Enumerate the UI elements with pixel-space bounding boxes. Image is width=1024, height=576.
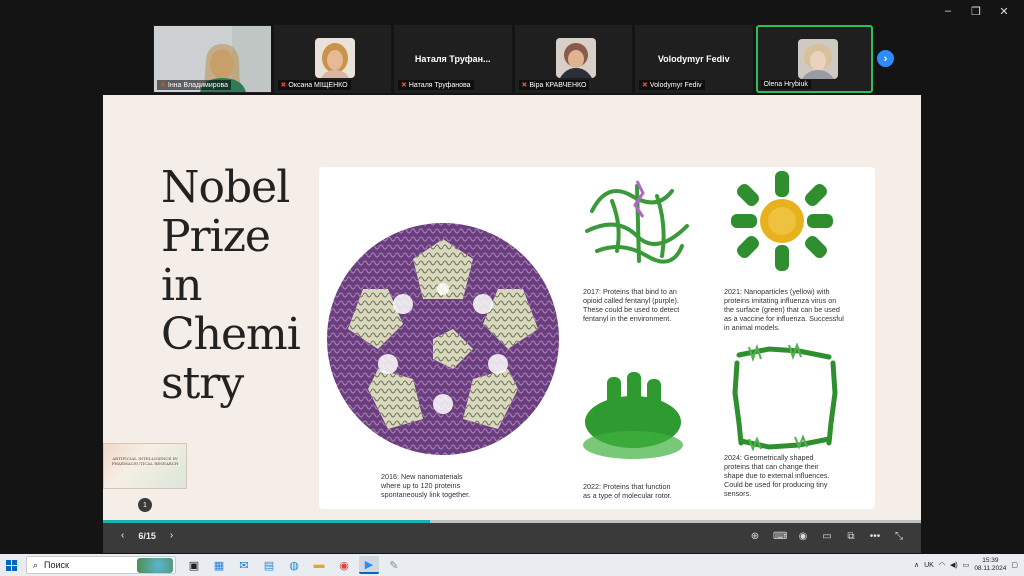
show-hidden-icons-icon[interactable]: ∧ — [914, 561, 919, 569]
keyboard-icon[interactable]: ⌨ — [773, 531, 787, 542]
participant-tile[interactable]: Наталя Труфан... ✖ Наталя Труфанова — [394, 25, 512, 93]
participant-name: ✖ Наталя Труфанова — [398, 80, 474, 90]
system-tray: ∧ UK ◠ ◀) ▭ 15:39 08.11.2024 ▢ — [914, 554, 1018, 576]
broadcast-icon[interactable]: ◉ — [797, 531, 809, 542]
mail-app-icon[interactable]: ✉ — [234, 556, 254, 574]
search-icon: ⌕ — [33, 559, 39, 570]
mic-muted-icon: ✖ — [642, 82, 648, 89]
next-participants-button[interactable]: › — [877, 50, 894, 67]
chrome-browser-icon[interactable]: ◉ — [334, 556, 354, 574]
captions-icon[interactable]: ▭ — [821, 531, 833, 542]
view-mode-icon[interactable]: ⧉ — [845, 531, 857, 542]
participant-tile[interactable]: Volodymyr Fediv ✖ Volodymyr Fediv — [635, 25, 753, 93]
geometric-protein-image — [732, 343, 838, 451]
participant-strip: ✖ Інна Владимирова ✖ Оксана МІЩЕНКО Наталя… — [153, 25, 874, 93]
caption-2022: 2022: Proteins that function as a type o… — [583, 482, 672, 500]
photos-app-icon[interactable]: ▤ — [259, 556, 279, 574]
exit-fullscreen-icon[interactable]: ⤡ — [893, 531, 905, 542]
notifications-icon[interactable]: ▢ — [1011, 561, 1018, 569]
edge-browser-icon[interactable]: ◍ — [284, 556, 304, 574]
avatar — [797, 39, 838, 79]
presentation-control-bar: ‹ 6/15 › ⊕ ⌨ ◉ ▭ ⧉ ••• ⤡ — [103, 523, 921, 553]
windows-logo-icon — [5, 559, 17, 571]
search-highlight-image — [137, 558, 173, 573]
slide-navigation: ‹ 6/15 › — [121, 530, 173, 541]
avatar — [314, 38, 355, 78]
start-button[interactable] — [0, 554, 22, 576]
participant-name: ✖ Volodymyr Fediv — [639, 80, 705, 90]
nanoparticle-vaccine-image — [731, 171, 833, 271]
mic-muted-icon: ✖ — [521, 82, 528, 89]
participant-name: Olena Hrybiuk — [760, 80, 811, 89]
keyboard-layout[interactable]: UK — [924, 562, 934, 569]
participant-name: ✖ Віра КРАВЧЕНКО — [518, 80, 590, 90]
presentation-tools: ⊕ ⌨ ◉ ▭ ⧉ ••• ⤡ — [749, 531, 905, 542]
volume-icon[interactable]: ◀) — [950, 561, 958, 569]
zoom-app-icon[interactable]: ▶ — [359, 556, 379, 574]
molecular-rotor-image — [583, 372, 683, 459]
participant-name: ✖ Інна Владимирова — [157, 80, 232, 90]
search-placeholder: Поиск — [44, 560, 69, 570]
presenter-thumbnail[interactable]: ARTIFICIAL INTELLIGENCE IN PHARMACEUTICA… — [103, 443, 187, 489]
caption-2024: 2024: Geometrically shaped proteins that… — [724, 453, 830, 498]
taskbar-apps: ▣ ▦ ✉ ▤ ◍ ▬ ◉ ▶ ✎ — [184, 556, 404, 574]
participant-tile[interactable]: ✖ Віра КРАВЧЕНКО — [514, 25, 632, 93]
minimize-button[interactable]: – — [934, 3, 962, 19]
folder-app-icon[interactable]: ▬ — [309, 556, 329, 574]
caption-2016: 2016: New nanomaterials where up to 120 … — [381, 472, 471, 499]
participant-tile[interactable]: ✖ Інна Владимирова — [153, 25, 271, 93]
close-button[interactable]: ✕ — [990, 3, 1018, 19]
wifi-icon[interactable]: ◠ — [939, 561, 945, 569]
protein-cage-image — [327, 223, 559, 455]
taskbar-search[interactable]: ⌕ Поиск — [26, 556, 176, 574]
window-controls: – ❐ ✕ — [934, 3, 1018, 19]
windows-taskbar: ⌕ Поиск ▣ ▦ ✉ ▤ ◍ ▬ ◉ ▶ ✎ ∧ UK ◠ ◀) ▭ 15… — [0, 554, 1024, 576]
mic-muted-icon: ✖ — [280, 82, 287, 89]
caption-2017: 2017: Proteins that bind to an opioid ca… — [583, 287, 680, 323]
mic-muted-icon: ✖ — [160, 82, 166, 89]
caption-2021: 2021: Nanoparticles (yellow) with protei… — [724, 287, 844, 332]
previous-slide-button[interactable]: ‹ — [121, 530, 124, 541]
file-explorer-app-icon[interactable]: ▦ — [209, 556, 229, 574]
restore-button[interactable]: ❐ — [962, 3, 990, 19]
participant-display-name: Volodymyr Fediv — [657, 54, 730, 64]
clock[interactable]: 15:39 08.11.2024 — [974, 557, 1006, 573]
slide-badge: 1 — [138, 498, 152, 512]
more-options-icon[interactable]: ••• — [869, 531, 881, 542]
next-slide-button[interactable]: › — [170, 530, 173, 541]
avatar — [555, 38, 596, 78]
participant-tile-active-speaker[interactable]: Olena Hrybiuk — [755, 25, 874, 93]
participant-display-name: Наталя Труфан... — [414, 54, 491, 64]
participant-name: ✖ Оксана МІЩЕНКО — [277, 80, 351, 90]
participant-tile[interactable]: ✖ Оксана МІЩЕНКО — [273, 25, 391, 93]
protein-illustrations-panel: 2016: New nanomaterials where up to 120 … — [319, 167, 875, 509]
battery-icon[interactable]: ▭ — [963, 561, 970, 569]
chevron-right-icon: › — [883, 52, 888, 65]
mic-muted-icon: ✖ — [401, 82, 407, 89]
slide-title: Nobel Prize in Chemi stry — [161, 162, 301, 409]
zoom-in-icon[interactable]: ⊕ — [749, 531, 761, 542]
fentanyl-binding-protein-image — [585, 180, 689, 264]
pen-app-icon[interactable]: ✎ — [384, 556, 404, 574]
page-indicator: 6/15 — [138, 530, 156, 541]
shared-presentation-slide: Nobel Prize in Chemi stry ARTIFICIAL INT… — [103, 95, 921, 523]
task-view-icon[interactable]: ▣ — [184, 556, 204, 574]
